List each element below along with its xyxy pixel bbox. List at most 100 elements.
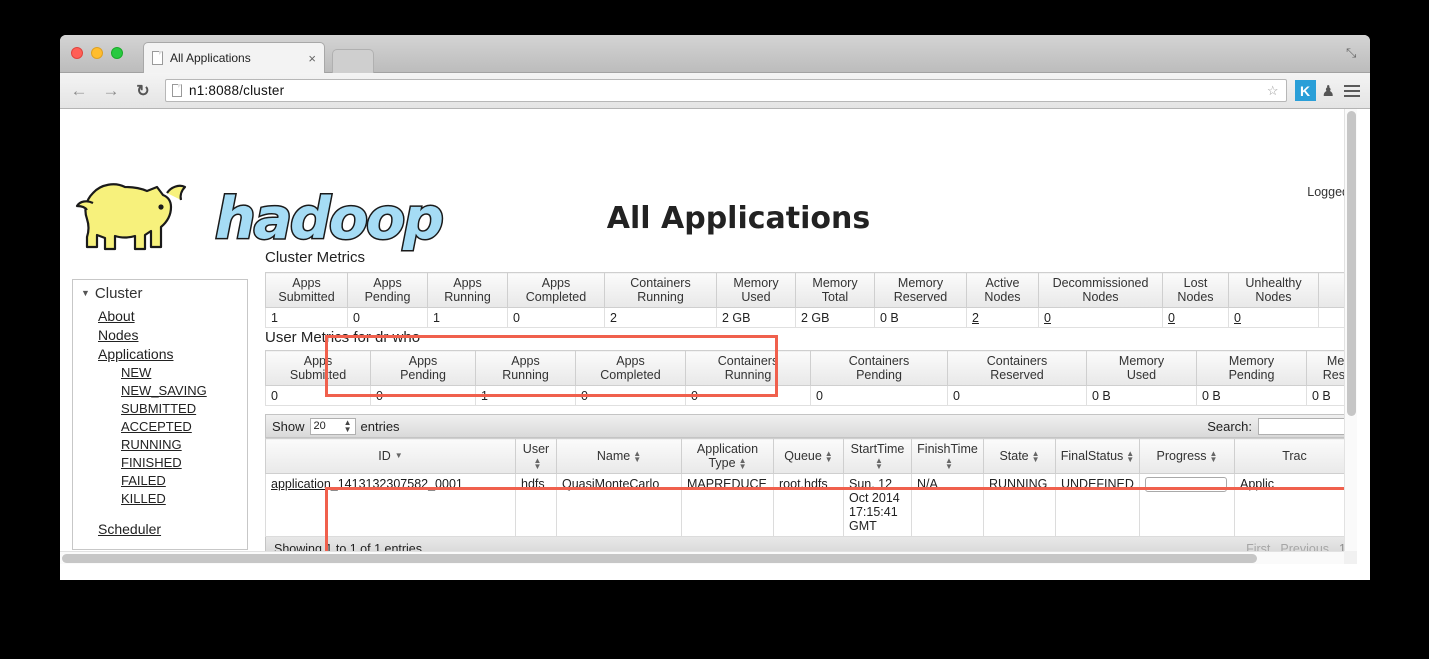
user-metric-header-5: ContainersPending	[811, 351, 948, 386]
apps-header-finalstatus[interactable]: FinalStatus▲▼	[1056, 439, 1140, 474]
minimize-window-button[interactable]	[91, 47, 103, 59]
cluster-metric-header-8: ActiveNodes	[967, 273, 1039, 308]
apps-header-queue[interactable]: Queue▲▼	[774, 439, 844, 474]
user-metric-header-3: AppsCompleted	[576, 351, 686, 386]
user-metrics-table: AppsSubmittedAppsPendingAppsRunningAppsC…	[265, 350, 1357, 406]
cluster-metric-value-11[interactable]: 0	[1229, 308, 1319, 328]
expand-window-icon[interactable]: ⤡	[1346, 47, 1359, 60]
user-metric-header-0: AppsSubmitted	[266, 351, 371, 386]
apps-header-progress[interactable]: Progress▲▼	[1140, 439, 1235, 474]
entries-label: entries	[361, 419, 400, 434]
address-bar-url: n1:8088/cluster	[189, 83, 284, 98]
address-bar[interactable]: n1:8088/cluster ☆	[165, 79, 1287, 102]
sort-toggle-icon[interactable]: ▲▼	[1032, 451, 1040, 463]
search-label: Search:	[1207, 419, 1252, 434]
bookmark-star-icon[interactable]: ☆	[1267, 83, 1279, 99]
cluster-metrics-title: Cluster Metrics	[265, 249, 1355, 266]
sidebar-item-nodes[interactable]: Nodes	[73, 326, 247, 345]
browser-tab-all-applications[interactable]: All Applications ×	[143, 42, 325, 73]
apps-header-trac[interactable]: Trac	[1235, 439, 1355, 474]
sort-toggle-icon[interactable]: ▲▼	[534, 458, 542, 470]
apps-header-finishtime[interactable]: FinishTime▲▼	[912, 439, 984, 474]
sort-toggle-icon[interactable]: ▲▼	[1210, 451, 1218, 463]
sidebar-item-applications[interactable]: Applications	[73, 345, 247, 364]
sort-toggle-icon[interactable]: ▲▼	[633, 451, 641, 463]
sort-toggle-icon[interactable]: ▲▼	[1126, 451, 1134, 463]
vertical-scrollbar-thumb[interactable]	[1347, 111, 1356, 416]
sidebar-item-scheduler[interactable]: Scheduler	[73, 520, 247, 539]
sidebar-item-accepted[interactable]: ACCEPTED	[73, 418, 247, 436]
cluster-metric-header-4: ContainersRunning	[605, 273, 717, 308]
cluster-metric-value-7: 0 B	[875, 308, 967, 328]
sort-toggle-icon[interactable]: ▲▼	[945, 458, 953, 470]
show-entries-label: Show	[272, 419, 305, 434]
application-tracking-link[interactable]: Applic	[1235, 474, 1355, 537]
user-metric-value-2: 1	[476, 386, 576, 406]
sidebar-item-about[interactable]: About	[73, 307, 247, 326]
page-horizontal-scrollbar[interactable]	[60, 551, 1357, 564]
horizontal-scrollbar-thumb[interactable]	[62, 554, 1257, 563]
page-viewport: hadoop All Applications Logged ▼Cluster …	[60, 109, 1370, 579]
apps-header-id[interactable]: ID▼	[266, 439, 516, 474]
close-window-button[interactable]	[71, 47, 83, 59]
sidebar-item-killed[interactable]: KILLED	[73, 490, 247, 508]
sidebar-item-new[interactable]: NEW	[73, 364, 247, 382]
reload-button[interactable]: ↻	[130, 78, 156, 104]
cluster-metric-value-10[interactable]: 0	[1163, 308, 1229, 328]
extension-k-icon[interactable]: K	[1295, 80, 1316, 101]
user-metric-value-8: 0 B	[1197, 386, 1307, 406]
new-tab-button[interactable]	[332, 49, 374, 73]
sidebar-item-new-saving[interactable]: NEW_SAVING	[73, 382, 247, 400]
search-input[interactable]	[1258, 418, 1348, 435]
cluster-metric-value-9[interactable]: 0	[1039, 308, 1163, 328]
window-traffic-lights	[71, 47, 123, 59]
cluster-metrics-value-row: 101022 GB2 GB0 B2000	[266, 308, 1358, 328]
application-progress[interactable]	[1140, 474, 1235, 537]
sort-toggle-icon[interactable]: ▲▼	[875, 458, 883, 470]
cluster-metrics-table: AppsSubmittedAppsPendingAppsRunningAppsC…	[265, 272, 1357, 328]
close-tab-icon[interactable]: ×	[308, 52, 316, 65]
cluster-metric-value-4: 2	[605, 308, 717, 328]
sidebar-item-failed[interactable]: FAILED	[73, 472, 247, 490]
main-content: Cluster Metrics AppsSubmittedAppsPending…	[265, 249, 1355, 561]
apps-header-starttime[interactable]: StartTime▲▼	[844, 439, 912, 474]
application-final-status: UNDEFINED	[1056, 474, 1140, 537]
user-metric-value-5: 0	[811, 386, 948, 406]
user-metric-value-0: 0	[266, 386, 371, 406]
sidebar-item-running[interactable]: RUNNING	[73, 436, 247, 454]
application-type: MAPREDUCE	[682, 474, 774, 537]
user-metric-value-6: 0	[948, 386, 1087, 406]
apps-header-application-type[interactable]: ApplicationType▲▼	[682, 439, 774, 474]
search-box: Search:	[1207, 418, 1348, 435]
user-metric-header-7: MemoryUsed	[1087, 351, 1197, 386]
entries-per-page-select[interactable]: 20 ▲▼	[310, 418, 356, 435]
back-button[interactable]: ←	[66, 78, 92, 104]
application-id-link[interactable]: application_1413132307582_0001	[266, 474, 516, 537]
user-metric-header-2: AppsRunning	[476, 351, 576, 386]
browser-tab-label: All Applications	[170, 51, 304, 65]
apps-header-user[interactable]: User▲▼	[516, 439, 557, 474]
cluster-metric-value-8[interactable]: 2	[967, 308, 1039, 328]
extension-lamp-icon[interactable]: ♟	[1322, 82, 1335, 100]
apps-header-name[interactable]: Name▲▼	[557, 439, 682, 474]
user-metrics-title: User Metrics for dr who	[265, 329, 1355, 346]
browser-window: All Applications × ⤡ ← → ↻ n1:8088/clust…	[60, 35, 1370, 580]
sidebar-item-finished[interactable]: FINISHED	[73, 454, 247, 472]
sort-desc-icon[interactable]: ▼	[395, 449, 403, 463]
user-metric-header-8: MemoryPending	[1197, 351, 1307, 386]
sort-toggle-icon[interactable]: ▲▼	[739, 458, 747, 470]
cluster-metric-header-9: DecommissionedNodes	[1039, 273, 1163, 308]
maximize-window-button[interactable]	[111, 47, 123, 59]
applications-datatable: Show 20 ▲▼ entries Search:	[265, 414, 1355, 561]
page-vertical-scrollbar[interactable]	[1344, 109, 1357, 564]
sidebar-item-submitted[interactable]: SUBMITTED	[73, 400, 247, 418]
page-document-icon	[152, 51, 163, 65]
applications-table: ID▼User▲▼Name▲▼ApplicationType▲▼Queue▲▼S…	[265, 438, 1355, 537]
sort-toggle-icon[interactable]: ▲▼	[825, 451, 833, 463]
progress-bar	[1145, 477, 1227, 492]
browser-menu-icon[interactable]	[1344, 82, 1360, 100]
forward-button[interactable]: →	[98, 78, 124, 104]
sidebar-cluster-header[interactable]: ▼Cluster	[73, 280, 247, 307]
apps-header-state[interactable]: State▲▼	[984, 439, 1056, 474]
cluster-metric-header-5: MemoryUsed	[717, 273, 796, 308]
